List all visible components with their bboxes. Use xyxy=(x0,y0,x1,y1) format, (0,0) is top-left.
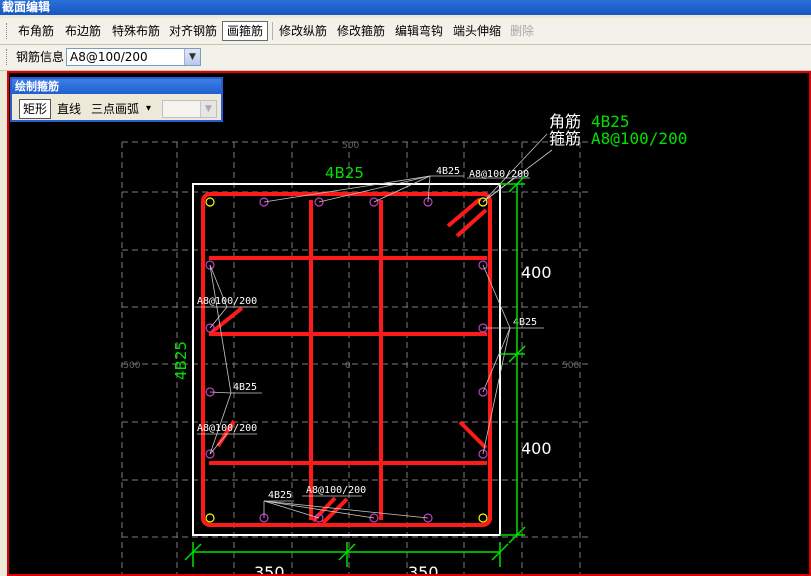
side-rebars xyxy=(205,197,488,523)
callout-top-stirrup: A8@100/200 xyxy=(469,169,529,180)
tool-edge-rebar-button[interactable]: 布边筋 xyxy=(65,22,101,40)
grid-label-top: 500 xyxy=(342,141,359,151)
top-bars-dim-label: 4B25 xyxy=(325,164,364,182)
section-outline xyxy=(192,183,501,536)
draw-stirrup-panel-title[interactable]: 绘制箍筋 xyxy=(12,79,221,94)
bottom-dim-left: 350 xyxy=(254,563,285,576)
corner-rebar xyxy=(205,197,215,207)
window-title: 截面编辑 xyxy=(0,0,811,15)
outer-stirrup xyxy=(201,192,492,527)
callout-bottom-stirrup: A8@100/200 xyxy=(306,485,366,496)
section-drawing-canvas[interactable]: 500 -500 500 0 4B25 A8@100/200 4B25 A8@1… xyxy=(7,71,811,576)
draw-stirrup-panel: 绘制箍筋 矩形 直线 三点画弧 ▾ ▼ xyxy=(10,77,223,122)
chevron-down-icon[interactable]: ▼ xyxy=(200,101,216,117)
draw-line-button[interactable]: 直线 xyxy=(57,100,81,118)
corner-rebar xyxy=(205,513,215,523)
tool-modify-longitudinal-button[interactable]: 修改纵筋 xyxy=(279,22,327,40)
tool-delete-button[interactable]: 删除 xyxy=(510,22,534,40)
stirrups xyxy=(201,192,492,527)
chevron-down-icon[interactable]: ▼ xyxy=(184,49,200,65)
tool-align-rebar-button[interactable]: 对齐钢筋 xyxy=(169,22,217,40)
tool-draw-stirrup-button[interactable]: 画箍筋 xyxy=(222,21,269,41)
callout-left-stirrup-2: A8@100/200 xyxy=(197,423,257,434)
corner-rebars xyxy=(205,197,488,523)
callout-left-bars: 4B25 xyxy=(233,382,257,393)
tool-special-rebar-button[interactable]: 特殊布筋 xyxy=(112,22,160,40)
draw-rect-button[interactable]: 矩形 xyxy=(19,99,52,119)
left-bars-dim-label: 4B25 xyxy=(172,341,190,380)
tool-edit-hook-button[interactable]: 编辑弯钩 xyxy=(395,22,443,40)
legend-stirrup-value: A8@100/200 xyxy=(591,129,687,148)
callout-bottom-bars: 4B25 xyxy=(268,490,292,501)
right-dim-lower: 400 xyxy=(521,439,552,458)
dimension-lines xyxy=(184,175,526,567)
tool-corner-rebar-button[interactable]: 布角筋 xyxy=(18,22,54,40)
arc-mode-dropdown-icon[interactable]: ▾ xyxy=(146,100,151,118)
arc-options-select[interactable]: ▼ xyxy=(162,100,217,118)
corner-rebar xyxy=(478,513,488,523)
toolbar-grip[interactable] xyxy=(6,49,9,65)
rebars xyxy=(205,197,488,523)
rebar-info-value: A8@100/200 xyxy=(70,50,148,64)
draw-arc-button[interactable]: 三点画弧 xyxy=(91,100,139,118)
bottom-dim-right: 350 xyxy=(408,563,439,576)
callout-top-bars: 4B25 xyxy=(436,166,460,177)
right-dim-upper: 400 xyxy=(521,263,552,282)
section-drawing: 500 -500 500 0 4B25 A8@100/200 4B25 A8@1… xyxy=(120,112,687,576)
legend-stirrup-label: 箍筋 xyxy=(549,129,581,148)
rebar-info-label: 钢筋信息 xyxy=(16,50,65,64)
callout-left-stirrup-1: A8@100/200 xyxy=(197,296,257,307)
toolbar-grip[interactable] xyxy=(6,23,9,39)
grid-label-left: -500 xyxy=(120,361,141,371)
tool-modify-stirrup-button[interactable]: 修改箍筋 xyxy=(337,22,385,40)
rebar-info-select[interactable]: A8@100/200 ▼ xyxy=(66,48,201,66)
grid-label-center: 0 xyxy=(345,361,351,371)
grid-label-right: 500 xyxy=(562,361,579,371)
section-edit-toolbar: 布角筋 布边筋 特殊布筋 对齐钢筋 画箍筋 修改纵筋 修改箍筋 编辑弯钩 端头伸… xyxy=(0,18,811,45)
rebar-info-toolbar: 钢筋信息 A8@100/200 ▼ xyxy=(0,45,811,71)
tool-end-extend-button[interactable]: 端头伸缩 xyxy=(453,22,501,40)
toolbar-separator xyxy=(272,22,273,40)
